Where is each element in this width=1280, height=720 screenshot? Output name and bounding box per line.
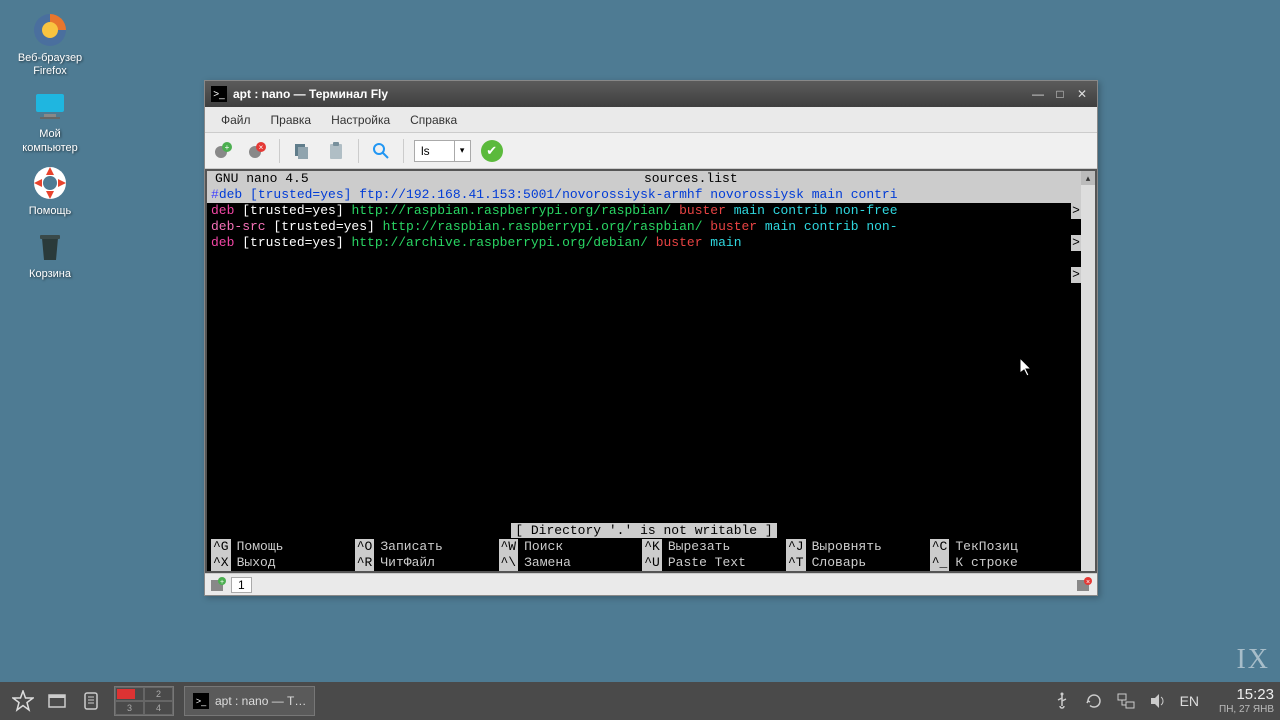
workspace-2[interactable]: 2 [144,687,173,701]
svg-text:×: × [1086,579,1090,586]
nano-shortcut: ^_К строке [930,555,1074,571]
new-tab-button[interactable]: + [211,139,235,163]
keyboard-layout[interactable]: EN [1180,691,1199,711]
nano-buffer[interactable]: #deb [trusted=yes] ftp://192.168.41.153:… [207,187,1081,251]
taskbar: 2 3 4 >_ apt : nano — Т… EN 15:23 ПН, 27… [0,682,1280,720]
workspace-3[interactable]: 3 [115,701,144,715]
nano-header: GNU nano 4.5 sources.list [207,171,1081,187]
menu-settings[interactable]: Настройка [321,109,400,131]
workspace-4[interactable]: 4 [144,701,173,715]
nano-shortcut: ^CТекПозиц [930,539,1074,555]
nano-shortcut: ^WПоиск [499,539,643,555]
new-session-icon[interactable]: + [209,577,227,593]
file-manager-button[interactable] [74,686,108,716]
task-list: >_ apt : nano — Т… [184,686,319,716]
desktop-icon-label: Корзина [10,268,90,281]
window-statusbar: + 1 × [205,573,1097,595]
nano-line[interactable]: deb-src [trusted=yes] http://raspbian.ra… [207,219,1081,235]
nano-status: [ Directory '.' is not writable ] [207,523,1081,539]
window-title: apt : nano — Терминал Fly [233,87,1025,101]
updates-icon[interactable] [1084,691,1104,711]
minimize-button[interactable]: — [1029,85,1047,103]
nano-line[interactable]: deb [trusted=yes] http://archive.raspber… [207,235,1081,251]
clock-date: ПН, 27 ЯНВ [1219,704,1274,715]
volume-icon[interactable] [1148,691,1168,711]
computer-icon [30,86,70,126]
nano-filename: sources.list [309,171,1073,187]
terminal-icon: >_ [211,86,227,102]
terminal-content[interactable]: GNU nano 4.5 sources.list #deb [trusted=… [207,171,1081,571]
svg-text:×: × [259,143,264,152]
separator [279,139,280,163]
menu-edit[interactable]: Правка [261,109,322,131]
workspace-pager[interactable]: 2 3 4 [114,686,174,716]
nano-shortcut: ^UPaste Text [642,555,786,571]
system-tray: EN 15:23 ПН, 27 ЯНВ [1052,687,1274,715]
workspace-1[interactable] [115,687,144,701]
start-button[interactable] [6,686,40,716]
menu-help[interactable]: Справка [400,109,467,131]
terminal-icon: >_ [193,693,209,709]
terminal-window: >_ apt : nano — Терминал Fly — □ ✕ Файл … [204,80,1098,596]
nano-line[interactable]: deb [trusted=yes] http://raspbian.raspbe… [207,203,1081,219]
desktop-icon-label: Веб-браузерFirefox [10,52,90,78]
maximize-button[interactable]: □ [1051,85,1069,103]
desktop-icon-label: Помощь [10,205,90,218]
scroll-up-icon[interactable]: ▴ [1081,171,1095,185]
desktop: Веб-браузерFirefox Мойкомпьютер Помощь К… [10,10,90,289]
menu-file[interactable]: Файл [211,109,261,131]
desktop-icon-computer[interactable]: Мойкомпьютер [10,86,90,154]
nano-shortcut: ^OЗаписать [355,539,499,555]
nano-version: GNU nano 4.5 [215,171,309,187]
search-button[interactable] [369,139,393,163]
nano-shortcut: ^TСловарь [786,555,930,571]
separator [403,139,404,163]
nano-shortcut: ^GПомощь [211,539,355,555]
usb-icon[interactable] [1052,691,1072,711]
close-button[interactable]: ✕ [1073,85,1091,103]
firefox-icon [30,10,70,50]
desktop-icon-trash[interactable]: Корзина [10,226,90,281]
nano-shortcut: ^RЧитФайл [355,555,499,571]
desktop-icon-firefox[interactable]: Веб-браузерFirefox [10,10,90,78]
paste-button[interactable] [324,139,348,163]
copy-button[interactable] [290,139,314,163]
menubar: Файл Правка Настройка Справка [205,107,1097,133]
session-close-icon[interactable]: × [1075,577,1093,593]
lifebuoy-icon [30,163,70,203]
show-desktop-button[interactable] [40,686,74,716]
toolbar: + × ls ▾ ✔ [205,133,1097,169]
os-logo: IX [1236,644,1270,676]
nano-shortcut: ^JВыровнять [786,539,930,555]
nano-footer: ^GПомощь^OЗаписать^WПоиск^KВырезать^JВыр… [207,539,1081,571]
run-button[interactable]: ✔ [481,140,503,162]
desktop-icon-help[interactable]: Помощь [10,163,90,218]
terminal-tab-1[interactable]: 1 [231,577,252,593]
terminal-area-wrap: GNU nano 4.5 sources.list #deb [trusted=… [205,169,1097,573]
svg-text:+: + [225,143,230,152]
titlebar[interactable]: >_ apt : nano — Терминал Fly — □ ✕ [205,81,1097,107]
nano-shortcut: ^KВырезать [642,539,786,555]
nano-shortcut: ^XВыход [211,555,355,571]
close-tab-button[interactable]: × [245,139,269,163]
network-icon[interactable] [1116,691,1136,711]
command-combo-value: ls [415,144,454,158]
task-label: apt : nano — Т… [215,694,306,708]
trash-icon [30,226,70,266]
task-terminal[interactable]: >_ apt : nano — Т… [184,686,315,716]
svg-text:+: + [220,579,224,586]
scrollbar[interactable]: ▴ [1081,171,1095,571]
clock-time: 15:23 [1219,687,1274,704]
nano-shortcut: ^\Замена [499,555,643,571]
nano-line[interactable]: #deb [trusted=yes] ftp://192.168.41.153:… [207,187,1081,203]
command-combo[interactable]: ls ▾ [414,140,471,162]
chevron-down-icon[interactable]: ▾ [454,141,470,161]
separator [358,139,359,163]
clock[interactable]: 15:23 ПН, 27 ЯНВ [1219,687,1274,715]
desktop-icon-label: Мойкомпьютер [10,128,90,154]
